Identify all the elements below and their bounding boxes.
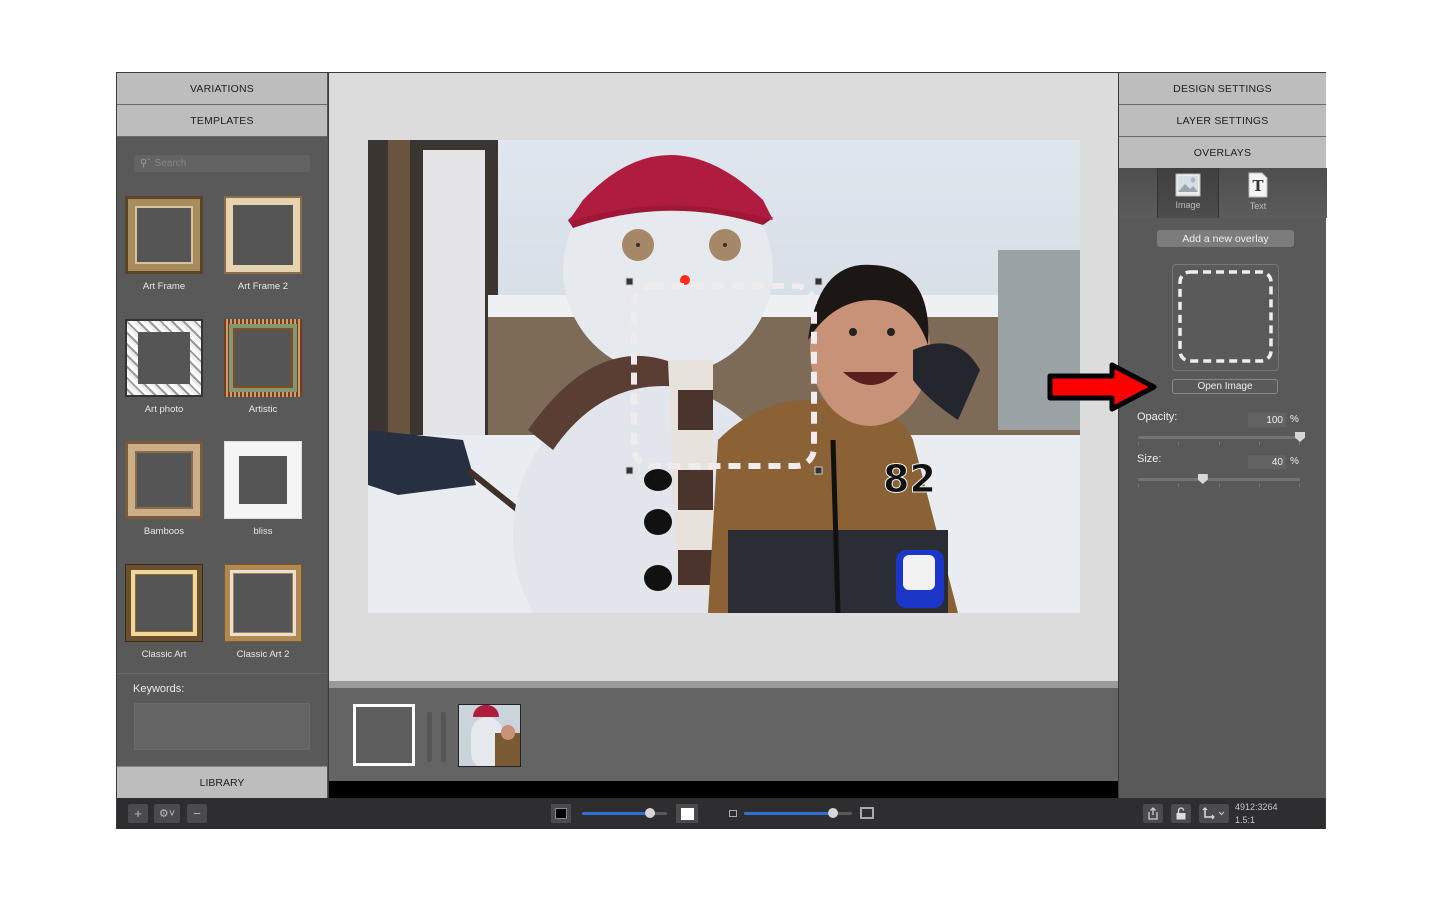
filmstrip-separator xyxy=(427,712,432,762)
template-thumbnail xyxy=(224,564,302,642)
light-background-button[interactable] xyxy=(676,804,698,823)
large-frame-icon xyxy=(860,807,874,819)
filmstrip-item-frame[interactable] xyxy=(353,704,415,766)
size-label: Size: xyxy=(1137,453,1162,465)
image-dimensions: 4912:3264 xyxy=(1235,802,1278,812)
canvas-footer-bar xyxy=(329,781,1119,798)
template-thumbnail xyxy=(224,196,302,274)
image-icon xyxy=(1175,173,1201,197)
resize-handle-top-left[interactable] xyxy=(625,277,634,286)
share-button[interactable] xyxy=(1143,804,1163,823)
bottom-toolbar: + ⚙˅ − 4912:3264 1.5:1 xyxy=(117,798,1325,829)
template-thumbnail xyxy=(125,564,203,642)
text-icon: T xyxy=(1248,172,1268,198)
add-overlay-button[interactable]: Add a new overlay xyxy=(1157,230,1294,247)
share-icon xyxy=(1148,807,1158,820)
lock-button[interactable] xyxy=(1171,804,1191,823)
search-field[interactable]: ⚲ˇ xyxy=(134,155,310,172)
template-label: Bamboos xyxy=(143,526,185,537)
snowman-photo[interactable]: 82 xyxy=(368,140,1080,613)
black-square-icon xyxy=(555,808,567,819)
canvas-area: 82 xyxy=(328,73,1119,798)
opacity-slider-knob[interactable] xyxy=(1295,432,1305,442)
filmstrip-separator xyxy=(441,712,446,762)
divider xyxy=(117,673,327,674)
template-label: Classic Art xyxy=(141,649,187,660)
size-input[interactable] xyxy=(1248,455,1286,469)
resize-handle-top-right[interactable] xyxy=(814,277,823,286)
axes-dropdown-icon xyxy=(1202,807,1225,820)
orientation-menu-button[interactable] xyxy=(1199,804,1229,823)
search-icon[interactable]: ⚲ˇ xyxy=(140,158,151,169)
open-image-button[interactable]: Open Image xyxy=(1172,379,1278,394)
template-label: Art Frame 2 xyxy=(237,281,289,292)
dashed-frame-icon xyxy=(1178,270,1273,363)
size-slider[interactable] xyxy=(1138,474,1300,488)
template-label: Art Frame xyxy=(142,281,186,292)
template-label: Art photo xyxy=(144,404,184,415)
overlay-tab-label: Image xyxy=(1175,200,1201,210)
add-button[interactable]: + xyxy=(128,804,148,823)
background-slider-knob[interactable] xyxy=(645,808,655,818)
overlay-tab-image[interactable]: Image xyxy=(1157,168,1219,218)
background-slider[interactable] xyxy=(582,808,667,818)
template-classic-art[interactable]: Classic Art xyxy=(124,564,204,660)
template-art-frame-2[interactable]: Art Frame 2 xyxy=(223,196,303,292)
opacity-label: Opacity: xyxy=(1137,411,1178,423)
template-art-frame[interactable]: Art Frame xyxy=(124,196,204,292)
search-input[interactable] xyxy=(154,158,305,169)
template-bamboos[interactable]: Bamboos xyxy=(124,441,204,537)
dark-background-button[interactable] xyxy=(551,804,571,823)
svg-text:T: T xyxy=(1252,177,1264,195)
size-slider-knob[interactable] xyxy=(1197,474,1208,484)
unlock-icon xyxy=(1176,807,1186,820)
filmstrip xyxy=(329,681,1119,781)
design-settings-tab[interactable]: DESIGN SETTINGS xyxy=(1119,73,1326,105)
template-thumbnail xyxy=(125,441,203,519)
left-panel: VARIATIONS TEMPLATES ⚲ˇ Art Frame Art Fr… xyxy=(117,73,327,798)
library-tab[interactable]: LIBRARY xyxy=(117,766,327,798)
template-label: Artistic xyxy=(248,404,278,415)
remove-button[interactable]: − xyxy=(187,804,207,823)
template-thumbnail xyxy=(125,196,203,274)
gear-menu-button[interactable]: ⚙˅ xyxy=(154,804,180,823)
zoom-slider[interactable] xyxy=(744,808,852,818)
template-thumbnail xyxy=(224,319,302,397)
image-info: 4912:3264 1.5:1 xyxy=(1235,801,1278,827)
template-classic-art-2[interactable]: Classic Art 2 xyxy=(223,564,303,660)
size-unit: % xyxy=(1290,456,1299,467)
app-window: VARIATIONS TEMPLATES ⚲ˇ Art Frame Art Fr… xyxy=(116,72,1327,829)
opacity-unit: % xyxy=(1290,414,1299,425)
overlays-tab[interactable]: OVERLAYS xyxy=(1119,137,1326,169)
keywords-label: Keywords: xyxy=(133,683,185,695)
resize-handle-bottom-left[interactable] xyxy=(625,466,634,475)
template-thumbnail xyxy=(125,319,203,397)
overlay-selection[interactable] xyxy=(624,276,824,476)
small-frame-icon xyxy=(729,810,737,817)
white-square-icon xyxy=(680,807,694,820)
annotation-arrow-icon xyxy=(1047,362,1157,412)
templates-tab[interactable]: TEMPLATES xyxy=(117,105,327,137)
aspect-ratio: 1.5:1 xyxy=(1235,815,1256,825)
filmstrip-item-photo[interactable] xyxy=(458,704,521,767)
overlay-type-tabs: Image T Text xyxy=(1119,168,1327,218)
template-label: bliss xyxy=(253,526,273,537)
template-art-photo[interactable]: Art photo xyxy=(124,319,204,415)
keywords-field[interactable] xyxy=(134,703,310,750)
variations-tab[interactable]: VARIATIONS xyxy=(117,73,327,105)
layer-settings-tab[interactable]: LAYER SETTINGS xyxy=(1119,105,1326,137)
zoom-slider-knob[interactable] xyxy=(827,808,838,818)
template-thumbnail xyxy=(224,441,302,519)
resize-handle-bottom-right[interactable] xyxy=(814,466,823,475)
overlay-preview xyxy=(1172,264,1279,371)
svg-text:82: 82 xyxy=(883,457,936,501)
opacity-input[interactable] xyxy=(1248,413,1286,427)
right-panel: DESIGN SETTINGS LAYER SETTINGS OVERLAYS … xyxy=(1118,73,1327,798)
overlay-tab-text[interactable]: T Text xyxy=(1227,168,1289,218)
template-artistic[interactable]: Artistic xyxy=(223,319,303,415)
template-bliss[interactable]: bliss xyxy=(223,441,303,537)
overlay-tab-label: Text xyxy=(1249,201,1267,211)
template-label: Classic Art 2 xyxy=(236,649,290,660)
opacity-slider[interactable] xyxy=(1138,432,1305,446)
